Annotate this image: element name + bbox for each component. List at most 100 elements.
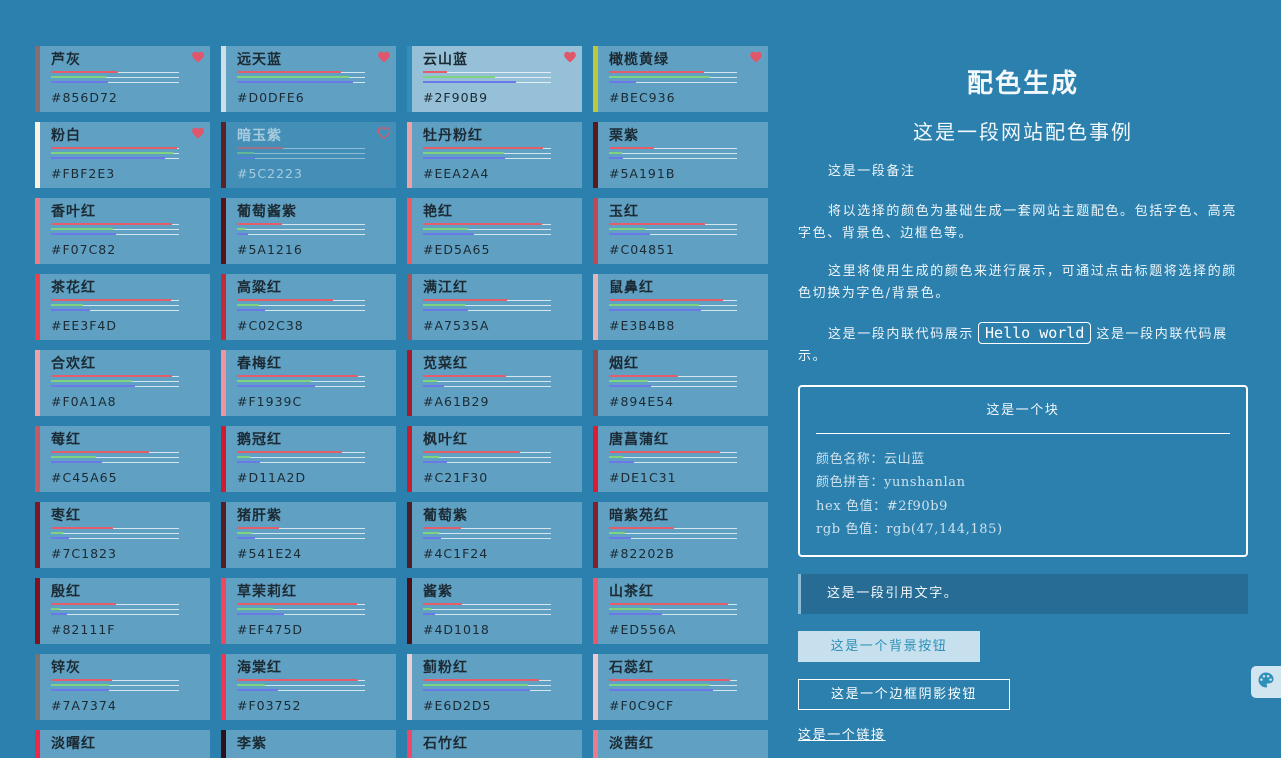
- rgb-bar-blue-fill: [51, 157, 165, 159]
- color-hex: #7C1823: [51, 546, 117, 561]
- rgb-bar-blue-fill: [237, 81, 353, 83]
- block-title: 这是一个块: [986, 403, 1060, 418]
- color-card[interactable]: 猪肝紫 #541E24: [221, 502, 396, 568]
- rgb-bar-blue: [609, 309, 737, 311]
- rgb-bar-red: [423, 299, 551, 301]
- color-card[interactable]: 殷红 #82111F: [35, 578, 210, 644]
- color-card[interactable]: 蓟粉红 #E6D2D5: [407, 654, 582, 720]
- rgb-bar-green: [237, 76, 365, 78]
- color-card[interactable]: 李紫: [221, 730, 396, 758]
- color-card[interactable]: 石蕊红 #F0C9CF: [593, 654, 768, 720]
- page-subtitle[interactable]: 这是一段网站配色事例: [798, 118, 1248, 146]
- color-card[interactable]: 粉白 #FBF2E3: [35, 122, 210, 188]
- heart-outline-icon[interactable]: [377, 126, 391, 140]
- color-card[interactable]: 石竹红: [407, 730, 582, 758]
- rgb-bar-green-fill: [609, 152, 622, 154]
- color-card[interactable]: 山茶红 #ED556A: [593, 578, 768, 644]
- rgb-bar-blue: [423, 613, 551, 615]
- border-shadow-button[interactable]: 这是一个边框阴影按钮: [798, 679, 1010, 710]
- rgb-bar-green: [423, 152, 551, 154]
- row-value: rgb(47,144,185): [886, 521, 1003, 537]
- rgb-bar-red: [609, 147, 737, 149]
- color-card[interactable]: 锌灰 #7A7374: [35, 654, 210, 720]
- color-card[interactable]: 牡丹粉红 #EEA2A4: [407, 122, 582, 188]
- color-card[interactable]: 海棠红 #F03752: [221, 654, 396, 720]
- color-card[interactable]: 云山蓝 #2F90B9: [407, 46, 582, 112]
- rgb-bar-blue: [237, 233, 365, 235]
- color-card[interactable]: 鹅冠红 #D11A2D: [221, 426, 396, 492]
- color-name: 淡曙红: [51, 736, 96, 752]
- rgb-bar-red: [423, 71, 551, 73]
- heart-filled-icon[interactable]: [563, 50, 577, 64]
- rgb-bar-green: [609, 456, 737, 458]
- color-card[interactable]: 艳红 #ED5A65: [407, 198, 582, 264]
- heart-filled-icon[interactable]: [749, 50, 763, 64]
- color-name: 海棠红: [237, 660, 282, 676]
- intro-paragraph: 将以选择的颜色为基础生成一套网站主题配色。包括字色、高亮字色、背景色、边框色等。: [798, 204, 1237, 241]
- palette-toggle-button[interactable]: [1251, 666, 1281, 698]
- color-hex: #E6D2D5: [423, 698, 492, 713]
- rgb-bar-red-fill: [237, 299, 334, 301]
- color-hex: #541E24: [237, 546, 303, 561]
- color-name: 苋菜红: [423, 356, 468, 372]
- color-card[interactable]: 葡萄紫 #4C1F24: [407, 502, 582, 568]
- color-card[interactable]: 淡茜红: [593, 730, 768, 758]
- inline-code: Hello world: [978, 322, 1092, 344]
- row-value: #2f90b9: [886, 498, 949, 514]
- rgb-bar-blue-fill: [423, 613, 435, 615]
- rgb-bar-green-fill: [609, 532, 626, 534]
- rgb-bar-green: [51, 76, 179, 78]
- color-card[interactable]: 橄榄黄绿 #BEC936: [593, 46, 768, 112]
- color-card[interactable]: 暗玉紫 #5C2223: [221, 122, 396, 188]
- rgb-bar-green-fill: [609, 684, 710, 686]
- color-card[interactable]: 芦灰 #856D72: [35, 46, 210, 112]
- rgb-bar-blue-fill: [423, 81, 516, 83]
- color-card[interactable]: 枣红 #7C1823: [35, 502, 210, 568]
- rgb-bar-green-fill: [51, 532, 63, 534]
- color-card[interactable]: 茶花红 #EE3F4D: [35, 274, 210, 340]
- color-card[interactable]: 唐菖蒲红 #DE1C31: [593, 426, 768, 492]
- color-card[interactable]: 枫叶红 #C21F30: [407, 426, 582, 492]
- rgb-bar-red: [609, 375, 737, 377]
- color-hex: #82111F: [51, 622, 116, 637]
- sample-link[interactable]: 这是一个链接: [798, 726, 886, 746]
- color-name: 牡丹粉红: [423, 128, 483, 144]
- rgb-bar-red-fill: [51, 223, 172, 225]
- background-button[interactable]: 这是一个背景按钮: [798, 631, 980, 662]
- color-card[interactable]: 葡萄酱紫 #5A1216: [221, 198, 396, 264]
- color-card[interactable]: 合欢红 #F0A1A8: [35, 350, 210, 416]
- heart-filled-icon[interactable]: [191, 50, 205, 64]
- color-card[interactable]: 暗紫苑红 #82202B: [593, 502, 768, 568]
- rgb-bar-red-fill: [609, 147, 655, 149]
- heart-filled-icon[interactable]: [191, 126, 205, 140]
- rgb-bar-blue-fill: [51, 537, 69, 539]
- color-name: 鼠鼻红: [609, 280, 654, 296]
- rgb-bar-green: [237, 608, 365, 610]
- color-card[interactable]: 莓红 #C45A65: [35, 426, 210, 492]
- rgb-bar-red-fill: [51, 679, 113, 681]
- color-card[interactable]: 满江红 #A7535A: [407, 274, 582, 340]
- rgb-bar-red-fill: [51, 527, 114, 529]
- heart-filled-icon[interactable]: [377, 50, 391, 64]
- color-card[interactable]: 酱紫 #4D1018: [407, 578, 582, 644]
- color-card[interactable]: 玉红 #C04851: [593, 198, 768, 264]
- color-card[interactable]: 远天蓝 #D0DFE6: [221, 46, 396, 112]
- color-card[interactable]: 淡曙红: [35, 730, 210, 758]
- rgb-bar-blue-fill: [51, 385, 136, 387]
- color-card[interactable]: 鼠鼻红 #E3B4B8: [593, 274, 768, 340]
- color-card[interactable]: 高粱红 #C02C38: [221, 274, 396, 340]
- color-hex: #82202B: [609, 546, 675, 561]
- page-title[interactable]: 配色生成: [798, 67, 1248, 101]
- rgb-bar-green-fill: [609, 608, 652, 610]
- color-name: 烟红: [609, 356, 639, 372]
- color-card[interactable]: 春梅红 #F1939C: [221, 350, 396, 416]
- rgb-bar-blue: [609, 689, 737, 691]
- color-card[interactable]: 苋菜红 #A61B29: [407, 350, 582, 416]
- color-card[interactable]: 烟红 #894E54: [593, 350, 768, 416]
- color-card[interactable]: 草茉莉红 #EF475D: [221, 578, 396, 644]
- rgb-bar-blue-fill: [423, 385, 444, 387]
- color-card[interactable]: 香叶红 #F07C82: [35, 198, 210, 264]
- rgb-bar-green-fill: [51, 456, 97, 458]
- rgb-bar-green: [51, 380, 179, 382]
- color-card[interactable]: 栗紫 #5A191B: [593, 122, 768, 188]
